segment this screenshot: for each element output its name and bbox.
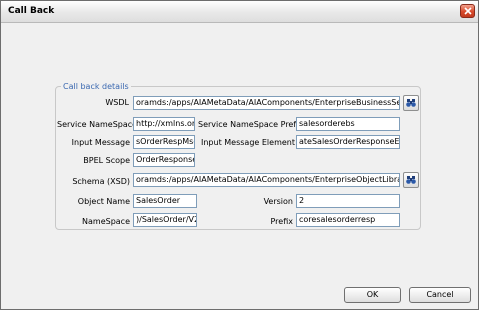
object-name-field[interactable]: SalesOrder [133,194,197,208]
schema-field[interactable]: oramds:/apps/AIAMetaData/AIAComponents/E… [133,173,400,187]
service-namespace-prefix-field[interactable]: salesorderebs [296,117,400,131]
wsdl-browse-button[interactable] [403,95,419,111]
namespace-field[interactable]: )/SalesOrder/V2 [133,213,197,227]
input-message-element-field[interactable]: ateSalesOrderResponseEBM [296,135,400,149]
service-namespace-field[interactable]: http://xmlns.orac [133,117,195,131]
prefix-field[interactable]: coresalesorderresp [296,213,400,227]
binoculars-icon [406,99,416,107]
wsdl-label: WSDL [105,98,129,107]
input-message-label: Input Message [71,138,130,147]
input-message-field[interactable]: sOrderRespMsg [133,135,195,149]
binoculars-icon [406,176,416,184]
close-icon [464,7,472,15]
prefix-label: Prefix [270,217,294,226]
schema-browse-button[interactable] [403,172,419,188]
object-name-label: Object Name [77,197,130,206]
bpel-scope-field[interactable]: OrderResponse [133,153,195,167]
bpel-scope-label: BPEL Scope [83,156,130,165]
input-message-element-label: Input Message Element [201,138,295,147]
version-label: Version [263,197,293,206]
service-namespace-prefix-label: Service NameSpace Prefix [198,120,304,129]
service-namespace-label: Service NameSpace [57,120,138,129]
ok-button[interactable]: OK [344,287,401,303]
group-legend: Call back details [63,82,129,91]
schema-label: Schema (XSD) [72,177,130,186]
namespace-label: NameSpace [82,217,130,226]
dialog-title: Call Back [8,6,55,16]
close-button[interactable] [460,4,475,18]
version-field[interactable]: 2 [296,194,400,208]
wsdl-field[interactable]: oramds:/apps/AIAMetaData/AIAComponents/E… [133,96,400,110]
title-bar: Call Back [1,1,478,23]
cancel-button[interactable]: Cancel [409,287,471,303]
call-back-dialog: Call Back Call back details WSDL oramds:… [0,0,479,310]
